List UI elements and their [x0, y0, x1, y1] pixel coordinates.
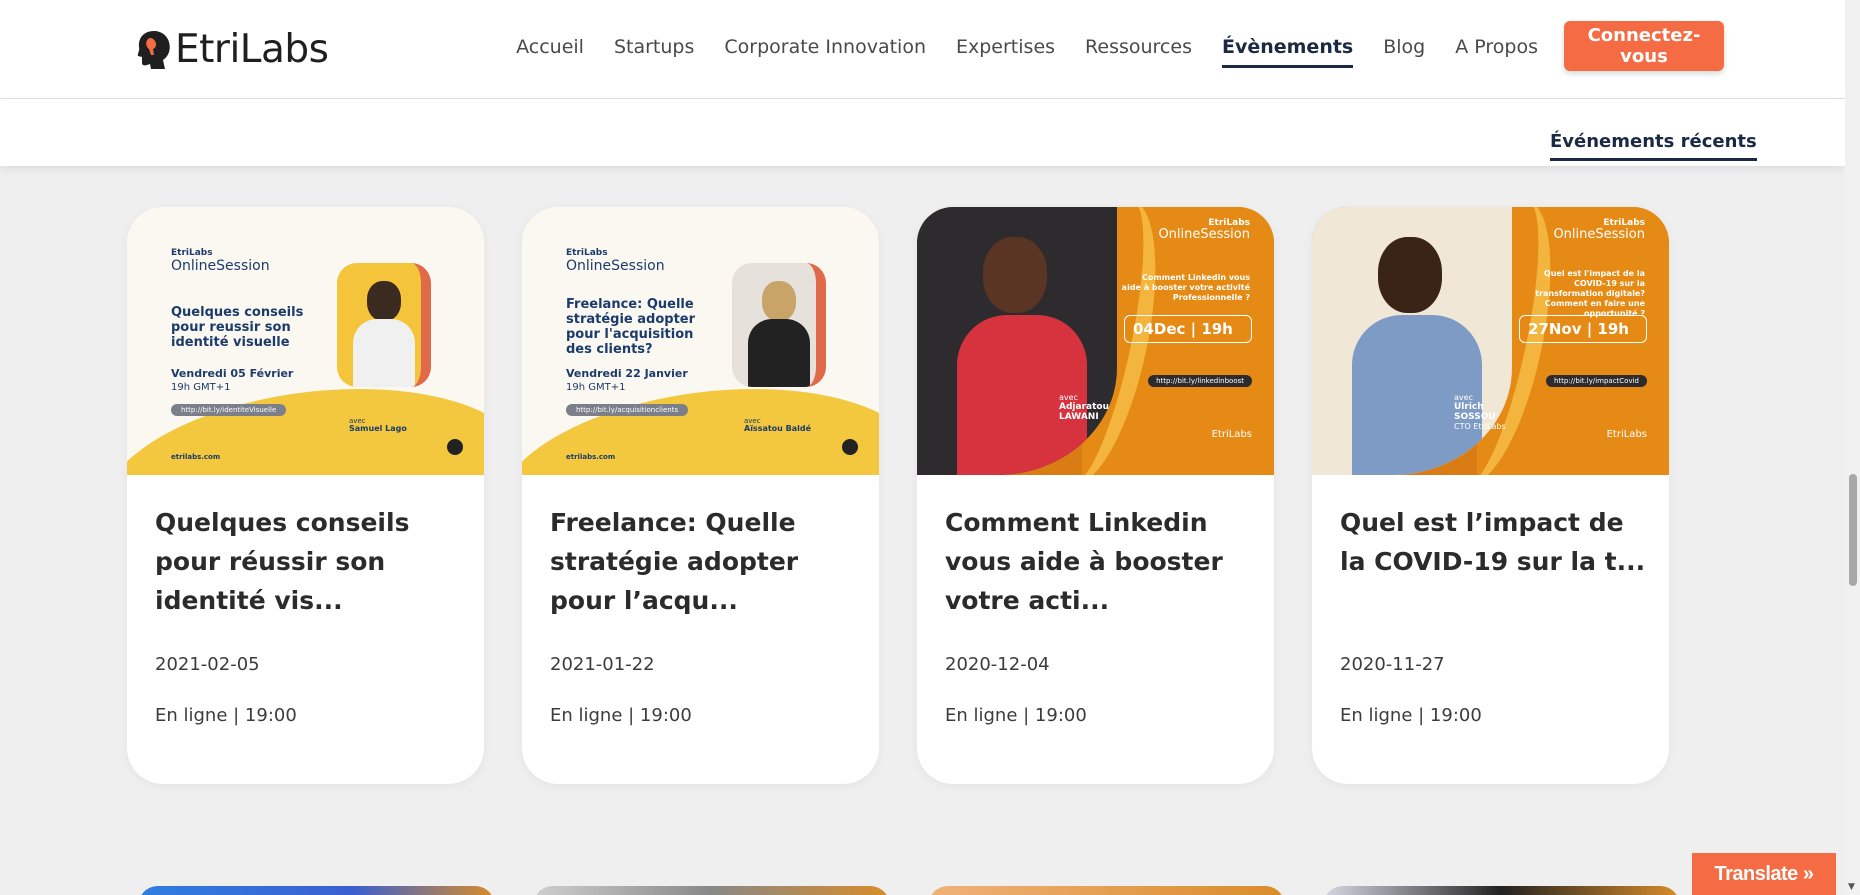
- nav-a-propos[interactable]: A Propos: [1440, 34, 1553, 68]
- event-card-peek[interactable]: [138, 886, 495, 895]
- event-location: En ligne | 19:00: [945, 705, 1087, 726]
- event-thumbnail: EtriLabs OnlineSession Comment Linkedin …: [917, 207, 1274, 475]
- etrilabs-logo[interactable]: EtriLabs: [135, 26, 329, 72]
- nav-evenements[interactable]: Évènements: [1207, 34, 1368, 68]
- event-date: 2021-02-05: [155, 654, 260, 675]
- scrollbar-thumb[interactable]: [1849, 474, 1857, 586]
- events-grid: EtriLabs OnlineSession Quelques conseils…: [127, 207, 1669, 784]
- nav-accueil[interactable]: Accueil: [501, 34, 599, 68]
- nav-corporate-innovation[interactable]: Corporate Innovation: [709, 34, 941, 68]
- event-card-peek[interactable]: [1323, 886, 1680, 895]
- event-location: En ligne | 19:00: [1340, 705, 1482, 726]
- nav-startups[interactable]: Startups: [599, 34, 709, 68]
- event-card-peek[interactable]: [928, 886, 1285, 895]
- event-location: En ligne | 19:00: [155, 705, 297, 726]
- brand-mark-icon: [842, 439, 858, 455]
- event-date: 2021-01-22: [550, 654, 655, 675]
- event-thumbnail: EtriLabs OnlineSession Quelques conseils…: [127, 207, 484, 475]
- event-date: 2020-12-04: [945, 654, 1050, 675]
- event-thumbnail: EtriLabs OnlineSession Quel est l'impact…: [1312, 207, 1669, 475]
- top-navbar: EtriLabs Accueil Startups Corporate Inno…: [0, 0, 1845, 99]
- event-title[interactable]: Freelance: Quelle stratégie adopter pour…: [550, 503, 860, 620]
- nav-expertises[interactable]: Expertises: [941, 34, 1070, 68]
- nav-blog[interactable]: Blog: [1368, 34, 1440, 68]
- event-card[interactable]: EtriLabs OnlineSession Freelance: Quelle…: [522, 207, 879, 784]
- event-card[interactable]: EtriLabs OnlineSession Comment Linkedin …: [917, 207, 1274, 784]
- event-card-peek[interactable]: [533, 886, 890, 895]
- brand-name: EtriLabs: [175, 26, 329, 72]
- brand-mark-icon: [447, 439, 463, 455]
- event-title[interactable]: Quel est l’impact de la COVID-19 sur la …: [1340, 503, 1650, 581]
- main-nav: Accueil Startups Corporate Innovation Ex…: [501, 34, 1553, 68]
- head-silhouette-icon: [135, 29, 173, 69]
- event-card[interactable]: EtriLabs OnlineSession Quelques conseils…: [127, 207, 484, 784]
- speaker-photo: [732, 263, 826, 387]
- page-scrollbar[interactable]: ▼: [1845, 0, 1860, 895]
- scroll-down-arrow-icon[interactable]: ▼: [1848, 882, 1855, 892]
- event-thumbnail: EtriLabs OnlineSession Freelance: Quelle…: [522, 207, 879, 475]
- tab-recent-events[interactable]: Événements récents: [1550, 131, 1757, 161]
- event-title[interactable]: Quelques conseils pour réussir son ident…: [155, 503, 465, 620]
- event-location: En ligne | 19:00: [550, 705, 692, 726]
- event-title[interactable]: Comment Linkedin vous aide à booster vot…: [945, 503, 1255, 620]
- nav-ressources[interactable]: Ressources: [1070, 34, 1207, 68]
- translate-button[interactable]: Translate »: [1692, 853, 1836, 895]
- event-date: 2020-11-27: [1340, 654, 1445, 675]
- event-card[interactable]: EtriLabs OnlineSession Quel est l'impact…: [1312, 207, 1669, 784]
- speaker-photo: [337, 263, 431, 387]
- connect-button[interactable]: Connectez-vous: [1564, 21, 1724, 71]
- events-subnav: Événements récents: [0, 99, 1845, 166]
